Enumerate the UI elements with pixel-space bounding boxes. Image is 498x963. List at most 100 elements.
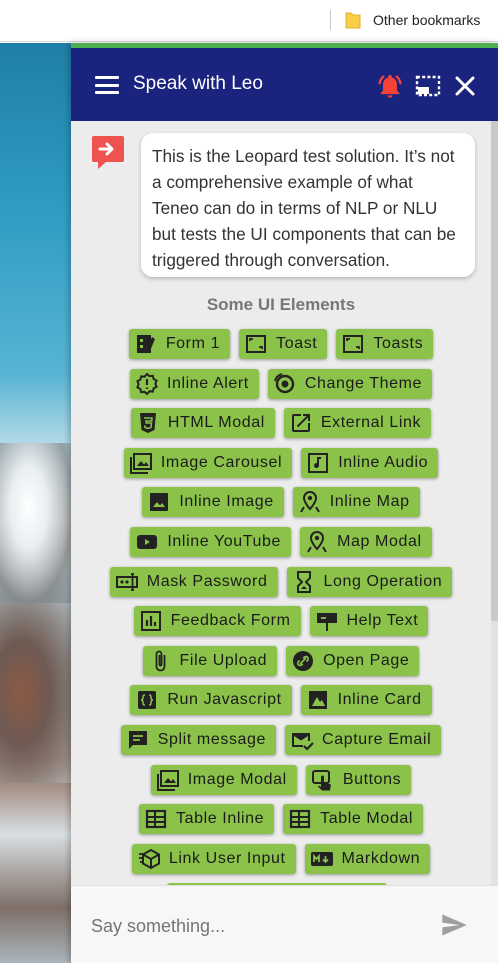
email-check-icon bbox=[290, 728, 314, 752]
password-icon bbox=[115, 570, 139, 594]
toast-button[interactable]: Toast bbox=[239, 329, 328, 359]
form-1-button[interactable]: Form 1 bbox=[128, 329, 231, 359]
button-row: Inline YouTube Map Modal bbox=[71, 527, 491, 557]
message-input[interactable] bbox=[89, 908, 423, 944]
button-label: Image Modal bbox=[187, 770, 287, 788]
button-row: Image Modal Buttons bbox=[71, 764, 491, 795]
toast-icon bbox=[341, 332, 365, 356]
button-label: Inline Audio bbox=[338, 453, 429, 471]
inline-alert-button[interactable]: Inline Alert bbox=[129, 368, 259, 399]
button-row: Table Inline Table Modal bbox=[71, 804, 491, 835]
paperclip-icon bbox=[148, 649, 172, 673]
button-label: Image Carousel bbox=[160, 453, 283, 471]
button-label: Table Modal bbox=[320, 810, 414, 828]
button-row: HTML Modal External Link bbox=[71, 408, 491, 439]
hourglass-icon bbox=[292, 570, 316, 594]
button-label: HTML Modal bbox=[167, 414, 265, 432]
image-modal-button[interactable]: Image Modal bbox=[150, 764, 297, 795]
button-label: File Upload bbox=[179, 651, 268, 669]
bot-avatar-icon bbox=[92, 136, 124, 169]
table-inline-button[interactable]: Table Inline bbox=[138, 804, 275, 835]
inline-youtube-button[interactable]: Inline YouTube bbox=[130, 527, 292, 557]
button-label: Help Text bbox=[346, 612, 419, 630]
inline-card-button[interactable]: Inline Card bbox=[300, 685, 432, 716]
toasts-button[interactable]: Toasts bbox=[336, 329, 434, 359]
inline-audio-button[interactable]: Inline Audio bbox=[301, 447, 439, 478]
youtube-icon bbox=[135, 530, 159, 554]
form-icon bbox=[134, 332, 158, 356]
bot-message-bubble: This is the Leopard test solution. It’s … bbox=[141, 133, 475, 277]
chat-panel: Speak with Leo This is the Leopard test … bbox=[71, 43, 498, 963]
html-modal-button[interactable]: HTML Modal bbox=[130, 408, 275, 439]
minimize-window-icon[interactable] bbox=[415, 74, 441, 98]
folder-icon[interactable] bbox=[345, 11, 361, 29]
map-modal-button[interactable]: Map Modal bbox=[300, 527, 432, 557]
close-icon[interactable] bbox=[454, 75, 476, 97]
code-icon bbox=[135, 688, 159, 712]
table-icon bbox=[144, 807, 168, 831]
scrollbar-thumb[interactable] bbox=[491, 121, 498, 621]
button-label: Inline YouTube bbox=[167, 533, 282, 550]
touch-icon bbox=[311, 768, 335, 792]
help-text-button[interactable]: Help Text bbox=[309, 606, 429, 637]
capture-email-button[interactable]: Capture Email bbox=[285, 725, 442, 755]
button-label: Split message bbox=[157, 731, 267, 748]
bell-ringing-icon[interactable] bbox=[376, 72, 404, 100]
message-icon bbox=[126, 728, 150, 752]
inline-image-button[interactable]: Inline Image bbox=[142, 487, 284, 518]
table-icon bbox=[288, 807, 312, 831]
button-label: Mask Password bbox=[146, 572, 268, 590]
split-message-button[interactable]: Split message bbox=[120, 725, 277, 755]
button-row: Mask Password Long Operation bbox=[71, 566, 491, 597]
input-bar bbox=[71, 885, 498, 963]
file-upload-button[interactable]: File Upload bbox=[142, 645, 278, 676]
markdown-button[interactable]: Markdown bbox=[304, 843, 431, 874]
button-label: Feedback Form bbox=[170, 612, 291, 630]
button-label: Buttons bbox=[342, 770, 402, 788]
map-icon bbox=[298, 490, 322, 514]
external-link-icon bbox=[289, 411, 313, 435]
toast-icon bbox=[244, 332, 268, 356]
open-page-button[interactable]: Open Page bbox=[286, 645, 420, 676]
long-operation-button[interactable]: Long Operation bbox=[286, 566, 453, 597]
mask-password-button[interactable]: Mask Password bbox=[109, 566, 278, 597]
change-theme-button[interactable]: Change Theme bbox=[267, 368, 433, 399]
button-row: Split message Capture Email bbox=[71, 725, 491, 755]
other-bookmarks-link[interactable]: Other bookmarks bbox=[373, 12, 480, 28]
image-carousel-icon bbox=[129, 451, 153, 475]
button-row: Run Javascript Inline Card bbox=[71, 685, 491, 716]
image-carousel-button[interactable]: Image Carousel bbox=[123, 447, 293, 478]
chat-header: Speak with Leo bbox=[71, 48, 498, 121]
card-icon bbox=[306, 688, 330, 712]
chat-title: Speak with Leo bbox=[133, 73, 263, 94]
send-icon[interactable] bbox=[438, 911, 470, 939]
markdown-icon bbox=[310, 847, 334, 871]
scrollbar[interactable] bbox=[491, 121, 498, 885]
inline-map-button[interactable]: Inline Map bbox=[292, 487, 420, 518]
button-label: Markdown bbox=[341, 849, 421, 867]
sign-icon bbox=[315, 609, 339, 633]
link-user-input-button[interactable]: Link User Input bbox=[131, 843, 296, 874]
external-link-button[interactable]: External Link bbox=[283, 408, 432, 439]
map-icon bbox=[305, 530, 329, 554]
ui-elements-title: Some UI Elements bbox=[206, 295, 356, 314]
table-modal-button[interactable]: Table Modal bbox=[283, 804, 424, 835]
button-label: Toasts bbox=[373, 335, 424, 352]
menu-icon[interactable] bbox=[95, 76, 119, 94]
background-mountain-image bbox=[0, 43, 72, 963]
run-javascript-button[interactable]: Run Javascript bbox=[130, 685, 292, 716]
message-list[interactable]: This is the Leopard test solution. It’s … bbox=[71, 121, 491, 885]
link-input-icon bbox=[137, 847, 161, 871]
button-row: Feedback Form Help Text bbox=[71, 606, 491, 637]
button-row: Form 1 Toast Toasts bbox=[71, 329, 491, 359]
alert-icon bbox=[135, 372, 159, 396]
button-row: Image Carousel Inline Audio bbox=[71, 447, 491, 478]
buttons-button[interactable]: Buttons bbox=[305, 764, 412, 795]
button-label: Change Theme bbox=[304, 374, 423, 392]
audio-icon bbox=[306, 451, 330, 475]
button-label: Inline Map bbox=[329, 493, 410, 511]
feedback-form-button[interactable]: Feedback Form bbox=[133, 606, 301, 637]
theme-icon bbox=[273, 372, 297, 396]
button-row: Link User Input Markdown bbox=[71, 843, 491, 874]
button-label: Inline Card bbox=[337, 691, 422, 709]
